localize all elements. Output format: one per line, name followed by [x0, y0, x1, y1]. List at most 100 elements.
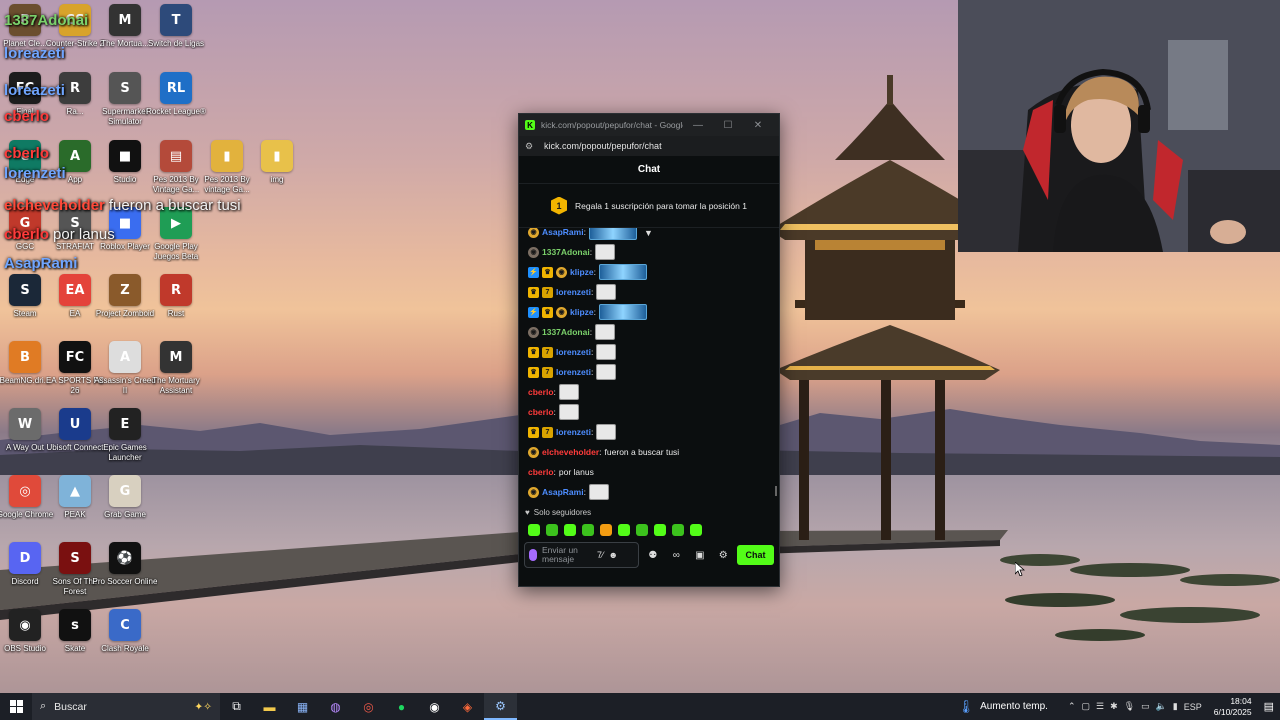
chat-username[interactable]: cberlo — [528, 467, 554, 477]
taskbar-search[interactable]: ⌕ Buscar ✦✧ — [32, 693, 220, 720]
desktop-icon-switch[interactable]: T Switch de Ligas — [143, 4, 209, 70]
coin-badge-icon[interactable]: ◉ — [556, 266, 567, 278]
maximize-icon[interactable]: ☐ — [713, 120, 743, 131]
chat-message[interactable]: ♛ 7 lorenzeti: — [528, 362, 779, 382]
chat-username[interactable]: 1337Adonai — [542, 327, 590, 337]
desktop-icon-img[interactable]: ▮ img — [244, 140, 310, 206]
chat-message[interactable]: ◉ 1337Adonai: — [528, 242, 779, 262]
sub-badge-icon[interactable]: ⚡ — [528, 266, 539, 278]
settings-gear-icon[interactable]: ⚙ — [714, 550, 733, 561]
language-indicator[interactable]: ESP — [1184, 702, 1202, 712]
notifications-icon[interactable]: ▤ — [1264, 700, 1274, 713]
chat-username[interactable]: cberlo — [528, 407, 554, 417]
crown-badge-icon[interactable]: ♛ — [542, 306, 553, 318]
store-icon[interactable]: ▦ — [286, 693, 319, 720]
chat-message[interactable]: ◉ 1337Adonai: — [528, 322, 779, 342]
microphone-tray-icon[interactable]: 🎙 — [1124, 701, 1135, 712]
coin-badge-icon[interactable]: ◉ — [528, 486, 539, 498]
chrome-icon[interactable]: ◎ — [352, 693, 385, 720]
og-badge-icon[interactable]: 7 — [542, 366, 553, 378]
desktop-icon-rust[interactable]: R Rust — [143, 274, 209, 340]
chat-emote-icon[interactable] — [596, 284, 617, 300]
clock[interactable]: 18:04 6/10/2025 — [1214, 696, 1252, 718]
emote-icon[interactable] — [564, 524, 576, 536]
crown-badge-icon[interactable]: ♛ — [528, 426, 539, 438]
chat-message[interactable]: ♛ 7 lorenzeti: — [528, 282, 779, 302]
chat-emote-icon[interactable] — [558, 384, 579, 400]
tray-network-icon[interactable]: ☰ — [1096, 701, 1104, 712]
chat-username[interactable]: lorenzeti — [556, 287, 591, 297]
kick-chat-popout-window[interactable]: K kick.com/popout/pepufor/chat - Google.… — [518, 113, 780, 587]
crown-badge-icon[interactable]: ♛ — [528, 366, 539, 378]
gift-icon[interactable]: ▣ — [690, 550, 709, 561]
chat-message-list[interactable]: ◉ AsapRami: ◉ 1337Adonai: ⚡ ♛ ◉ klipze: ♛ 7 lorenz… — [519, 228, 779, 504]
og-badge-icon[interactable]: 7 — [542, 426, 553, 438]
task-view-icon[interactable]: ⧉ — [220, 693, 253, 720]
wifi-icon[interactable]: ▭ — [1141, 701, 1150, 712]
emote-icon[interactable] — [546, 524, 558, 536]
kick-emotes-icon[interactable]: 7⁄ — [597, 550, 604, 560]
default-badge-icon[interactable]: ◉ — [528, 246, 539, 258]
crown-badge-icon[interactable]: ♛ — [528, 346, 539, 358]
chat-message[interactable]: ◉ elcheveholder: fueron a buscar tusi — [528, 442, 779, 462]
chat-emote-icon[interactable] — [558, 404, 579, 420]
chat-message[interactable]: ◉ AsapRami: — [528, 228, 779, 242]
chat-username[interactable]: cberlo — [528, 387, 554, 397]
spotify-icon[interactable]: ● — [385, 693, 418, 720]
emote-icon[interactable] — [690, 524, 702, 536]
chat-emote-icon[interactable] — [596, 364, 617, 380]
start-button[interactable] — [0, 693, 32, 720]
chevron-up-icon[interactable]: ⌃ — [1068, 701, 1076, 712]
emote-icon[interactable] — [654, 524, 666, 536]
chat-emote-icon[interactable] — [588, 484, 609, 500]
emote-icon[interactable] — [528, 524, 540, 536]
weather-widget[interactable]: 🌡 Aumento temp. — [958, 699, 1048, 715]
emote-icon[interactable] — [618, 524, 630, 536]
site-settings-icon[interactable]: ⚙ — [525, 141, 539, 152]
window-titlebar[interactable]: K kick.com/popout/pepufor/chat - Google.… — [519, 114, 779, 136]
desktop-icon-pro-soccer[interactable]: ⚽ Pro Soccer Online — [92, 542, 158, 608]
chat-username[interactable]: elcheveholder — [542, 447, 599, 457]
coin-badge-icon[interactable]: ◉ — [556, 306, 567, 318]
emote-icon[interactable] — [636, 524, 648, 536]
users-icon[interactable]: ⚉ — [643, 550, 662, 561]
chat-message[interactable]: ♛ 7 lorenzeti: — [528, 342, 779, 362]
default-badge-icon[interactable]: ◉ — [528, 326, 539, 338]
chat-username[interactable]: 1337Adonai — [542, 247, 590, 257]
desktop-icon-mortuary-assistant[interactable]: M The Mortuary Assistant — [143, 341, 209, 407]
chat-emote-icon[interactable] — [596, 424, 617, 440]
og-badge-icon[interactable]: 7 — [542, 346, 553, 358]
speaker-icon[interactable]: 🔈 — [1156, 701, 1167, 712]
chat-emote-icon[interactable] — [588, 228, 637, 240]
desktop-icon-rocket-league[interactable]: RL Rocket League® — [143, 72, 209, 138]
emote-icon[interactable] — [600, 524, 612, 536]
chat-message[interactable]: ⚡ ♛ ◉ klipze: — [528, 302, 779, 322]
og-badge-icon[interactable]: 7 — [542, 286, 553, 298]
chat-username[interactable]: lorenzeti — [556, 367, 591, 377]
chat-message[interactable]: ◉ AsapRami: — [528, 482, 779, 502]
messenger-icon[interactable]: ◍ — [319, 693, 352, 720]
desktop-icon-google-play[interactable]: ▶ Google Play Juegos Beta — [143, 207, 209, 273]
coin-badge-icon[interactable]: ◉ — [528, 446, 539, 458]
chat-message[interactable]: cberlo: por lanus — [528, 462, 779, 482]
game-icon[interactable]: ◈ — [451, 693, 484, 720]
obs-icon[interactable]: ◉ — [418, 693, 451, 720]
emoji-icon[interactable]: ☻ — [609, 550, 618, 560]
sub-badge-icon[interactable]: ⚡ — [528, 306, 539, 318]
send-chat-button[interactable]: Chat — [737, 545, 774, 565]
chat-message[interactable]: cberlo: — [528, 402, 779, 422]
battery-icon[interactable]: ▮ — [1173, 701, 1178, 712]
chat-username[interactable]: klipze — [570, 307, 594, 317]
desktop-icon-grab[interactable]: G Grab Game — [92, 475, 158, 541]
chat-input[interactable]: Enviar un mensaje 7⁄ ☻ — [524, 542, 640, 568]
tray-app-icon[interactable]: ▢ — [1081, 701, 1090, 712]
file-explorer-icon[interactable]: ▬ — [253, 693, 286, 720]
minimize-icon[interactable]: — — [683, 120, 713, 131]
close-icon[interactable]: ✕ — [743, 120, 773, 131]
infinity-icon[interactable]: ∞ — [667, 550, 686, 561]
tray-nvidia-icon[interactable]: ✱ — [1110, 701, 1118, 712]
chat-emote-icon[interactable] — [599, 264, 647, 280]
chat-username[interactable]: klipze — [570, 267, 594, 277]
scrollbar-thumb[interactable] — [775, 486, 777, 496]
chat-emote-icon[interactable] — [595, 244, 616, 260]
